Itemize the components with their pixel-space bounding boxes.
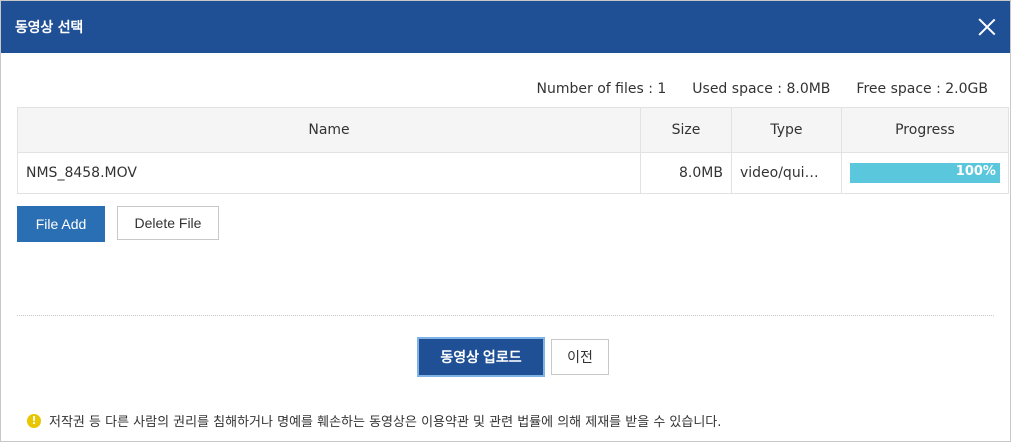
file-count: Number of files : 1 <box>536 81 667 97</box>
close-icon[interactable] <box>976 16 998 38</box>
file-size: 8.0MB <box>640 152 732 194</box>
notice-text: 저작권 등 다른 사람의 권리를 침해하거나 명예를 훼손하는 동영상은 이용약… <box>49 415 722 430</box>
delete-file-button[interactable]: Delete File <box>117 206 219 240</box>
copyright-notice: ! 저작권 등 다른 사람의 권리를 침해하거나 명예를 훼손하는 동영상은 이… <box>27 411 721 430</box>
table-header-row: Name Size Type Progress <box>16 107 1010 153</box>
video-select-dialog: 동영상 선택 Number of files : 1 Used space : … <box>0 0 1011 442</box>
storage-stats: Number of files : 1 Used space : 8.0MB F… <box>537 81 989 97</box>
divider <box>17 315 994 316</box>
file-type: video/qui… <box>730 152 842 194</box>
file-table: Name Size Type Progress NMS_8458.MOV 8.0… <box>16 107 1010 194</box>
free-space: Free space : 2.0GB <box>856 81 988 97</box>
progress-cell: 100% <box>840 152 1010 194</box>
progress-bar: 100% <box>849 163 1000 183</box>
column-header-progress: Progress <box>840 107 1010 153</box>
warning-icon: ! <box>27 413 41 428</box>
table-row[interactable]: NMS_8458.MOV 8.0MB video/qui… 100% <box>16 152 1010 194</box>
progress-label: 100% <box>955 164 996 179</box>
column-header-size: Size <box>640 107 732 153</box>
file-name: NMS_8458.MOV <box>16 152 642 194</box>
used-space: Used space : 8.0MB <box>692 81 831 97</box>
file-add-button[interactable]: File Add <box>17 206 105 242</box>
column-header-type: Type <box>730 107 842 153</box>
upload-video-button[interactable]: 동영상 업로드 <box>417 337 545 377</box>
dialog-title: 동영상 선택 <box>15 20 84 36</box>
column-header-name: Name <box>16 107 642 153</box>
previous-button[interactable]: 이전 <box>551 339 609 375</box>
dialog-titlebar: 동영상 선택 <box>1 1 1010 53</box>
